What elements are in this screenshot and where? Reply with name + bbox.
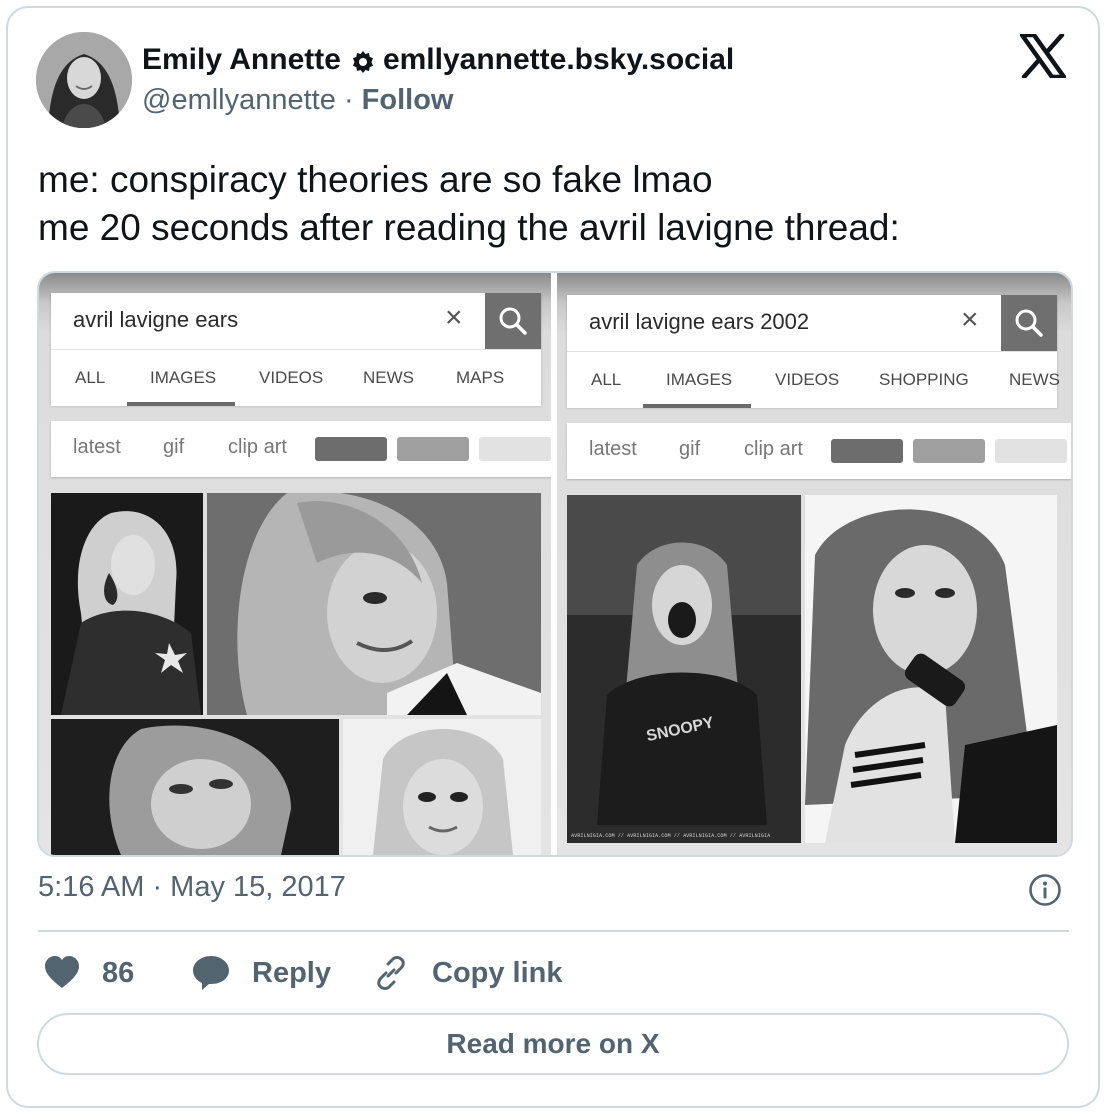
tweet-media[interactable]: avril lavigne ears × ALL IMAGES VIDEOS N… [37,271,1073,857]
filter-chips: latest gif clip art [51,421,551,477]
image-result[interactable] [805,495,1057,843]
image-result[interactable] [343,719,541,855]
follow-button[interactable]: Follow [362,84,454,116]
tab-all[interactable]: ALL [591,370,621,390]
divider-line [38,930,1069,932]
chip-clip-art[interactable]: clip art [228,436,287,459]
color-swatch[interactable] [397,437,469,461]
handle-row: @emllyannette · Follow [142,84,454,117]
reply-label: Reply [252,956,331,989]
tweet-text: me: conspiracy theories are so fake lmao… [38,156,900,252]
search-bar: avril lavigne ears × ALL IMAGES VIDEOS N… [51,293,541,406]
author-handle[interactable]: @emllyannette [142,84,336,116]
chip-latest[interactable]: latest [589,438,637,461]
heart-icon [45,956,79,988]
like-count: 86 [102,956,135,989]
filter-chips: latest gif clip art [567,423,1071,479]
author-name[interactable]: Emily Annette [142,43,341,77]
avatar[interactable] [36,32,132,128]
image-result[interactable] [207,493,541,715]
tab-videos[interactable]: VIDEOS [775,370,839,390]
search-button[interactable] [1001,295,1057,351]
like-action[interactable]: 86 [44,948,134,998]
search-query: avril lavigne ears [73,307,239,332]
search-button[interactable] [485,293,541,349]
image-result[interactable] [51,719,339,855]
link-icon [377,956,405,990]
color-swatch[interactable] [913,439,985,463]
color-swatch[interactable] [479,437,551,461]
image-result[interactable] [51,493,203,715]
speech-bubble-icon [193,956,229,990]
tab-images[interactable]: IMAGES [666,370,732,390]
tab-all[interactable]: ALL [75,368,105,388]
chip-gif[interactable]: gif [163,436,184,459]
close-icon[interactable]: × [445,301,463,335]
x-logo-icon[interactable] [1019,32,1067,80]
tab-maps[interactable]: MAPS [456,368,504,388]
handle-separator: · [343,84,354,116]
color-swatch[interactable] [831,439,903,463]
copy-link-label: Copy link [432,956,563,989]
color-swatch[interactable] [315,437,387,461]
search-screenshot-right[interactable]: avril lavigne ears 2002 × ALL IMAGES VID… [557,273,1071,855]
tab-news[interactable]: NEWS [1009,370,1060,390]
search-tabs: ALL IMAGES VIDEOS NEWS MAPS [51,349,541,406]
tweet-line: me 20 seconds after reading the avril la… [38,207,900,248]
chip-gif[interactable]: gif [679,438,700,461]
chip-clip-art[interactable]: clip art [744,438,803,461]
tweet-line: me: conspiracy theories are so fake lmao [38,159,713,200]
bsky-handle[interactable]: emllyannette.bsky.social [383,43,734,77]
search-screenshot-left[interactable]: avril lavigne ears × ALL IMAGES VIDEOS N… [39,273,551,855]
search-query: avril lavigne ears 2002 [589,309,810,334]
search-icon [1015,309,1043,337]
bluesky-badge-icon [351,48,375,73]
tweet-timestamp[interactable]: 5:16 AM · May 15, 2017 [38,871,346,904]
color-swatch[interactable] [995,439,1067,463]
read-more-button[interactable]: Read more on X [37,1013,1069,1075]
search-tabs: ALL IMAGES VIDEOS SHOPPING NEWS [567,351,1060,408]
image-watermark: AVRILNIGIA.COM // AVRILNIGIA.COM // AVRI… [571,833,771,839]
tab-news[interactable]: NEWS [363,368,414,388]
tab-images[interactable]: IMAGES [150,368,216,388]
reply-action[interactable]: Reply [192,948,331,998]
tab-shopping[interactable]: SHOPPING [879,370,969,390]
tab-videos[interactable]: VIDEOS [259,368,323,388]
search-bar: avril lavigne ears 2002 × ALL IMAGES VID… [567,295,1060,408]
image-result[interactable]: SNOOPY AVRILNIGIA.COM // AVRILNIGIA.COM … [567,495,801,843]
active-tab-indicator [643,404,751,408]
search-icon [499,307,527,335]
author-name-row[interactable]: Emily Annette emllyannette.bsky.social [142,40,734,80]
chip-latest[interactable]: latest [73,436,121,459]
active-tab-indicator [127,402,235,406]
close-icon[interactable]: × [961,303,979,337]
info-icon[interactable] [1028,873,1062,907]
copy-link-action[interactable]: Copy link [372,948,563,998]
